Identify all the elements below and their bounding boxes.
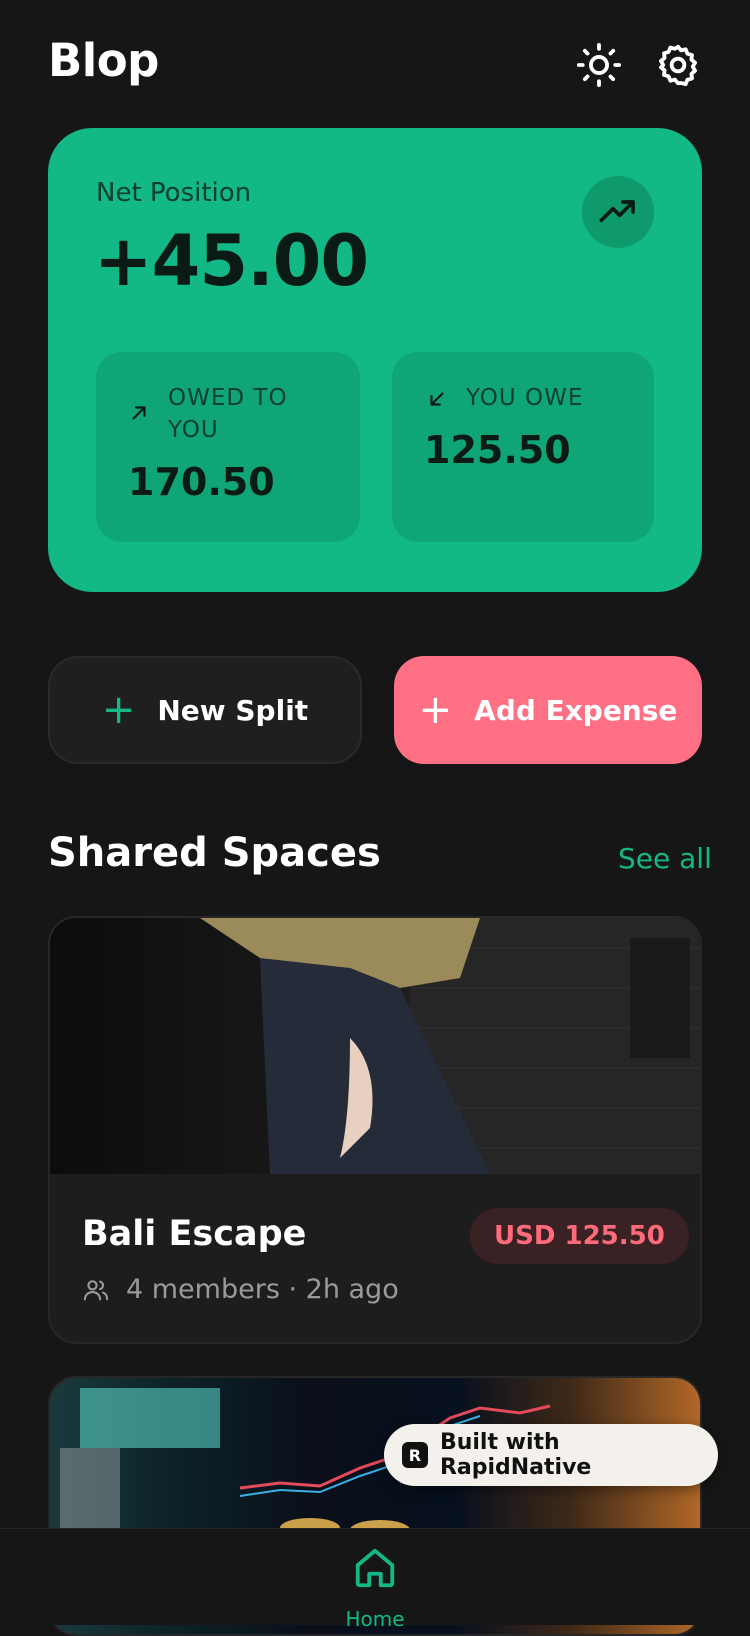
sun-icon <box>576 42 622 88</box>
space-card[interactable]: Bali Escape USD 125.50 4 members · 2h ag… <box>48 916 702 1344</box>
net-position-value: +45.00 <box>94 220 369 302</box>
arrow-down-left-icon <box>430 392 444 406</box>
trend-badge <box>582 176 654 248</box>
space-cover-image <box>50 918 700 1174</box>
built-with-badge[interactable]: R Built with RapidNative <box>384 1424 718 1486</box>
users-icon <box>83 1279 109 1300</box>
add-expense-button[interactable]: + Add Expense <box>394 656 702 764</box>
shared-spaces-title: Shared Spaces <box>48 830 381 876</box>
space-meta-text: 4 members · 2h ago <box>126 1274 399 1305</box>
net-position-card: Net Position +45.00 OWED TO YOU 170.50 Y… <box>48 128 702 592</box>
plus-icon: + <box>101 687 136 733</box>
space-meta: 4 members · 2h ago <box>82 1274 399 1305</box>
net-position-label: Net Position <box>96 178 252 208</box>
space-amount-badge: USD 125.50 <box>470 1208 689 1264</box>
arrow-up-right-icon <box>132 406 146 420</box>
app-title: Blop <box>48 34 159 87</box>
bottom-tab-bar: Home <box>0 1528 750 1631</box>
add-expense-label: Add Expense <box>474 693 678 727</box>
see-all-link[interactable]: See all <box>618 842 712 875</box>
gear-icon <box>659 44 697 87</box>
owed-to-you-value: 170.50 <box>128 460 275 504</box>
built-with-text: Built with RapidNative <box>439 1430 592 1480</box>
tab-home[interactable]: Home <box>335 1541 415 1631</box>
you-owe-value: 125.50 <box>424 428 571 472</box>
app-header: Blop <box>0 0 750 130</box>
home-icon <box>355 1548 395 1588</box>
tab-home-label: Home <box>345 1607 405 1631</box>
space-name: Bali Escape <box>82 1214 307 1254</box>
rapidnative-logo-icon: R <box>402 1442 428 1468</box>
theme-toggle-button[interactable] <box>574 40 624 90</box>
owed-to-you-card: OWED TO YOU 170.50 <box>96 352 360 542</box>
cover-photo-art <box>200 918 700 1174</box>
plus-icon: + <box>418 687 453 733</box>
settings-button[interactable] <box>653 40 703 90</box>
new-split-label: New Split <box>157 693 309 727</box>
new-split-button[interactable]: + New Split <box>48 656 362 764</box>
owed-to-you-label: OWED TO YOU <box>168 385 288 443</box>
you-owe-label: YOU OWE <box>466 385 584 411</box>
you-owe-card: YOU OWE 125.50 <box>392 352 654 542</box>
trending-up-icon <box>599 200 635 223</box>
